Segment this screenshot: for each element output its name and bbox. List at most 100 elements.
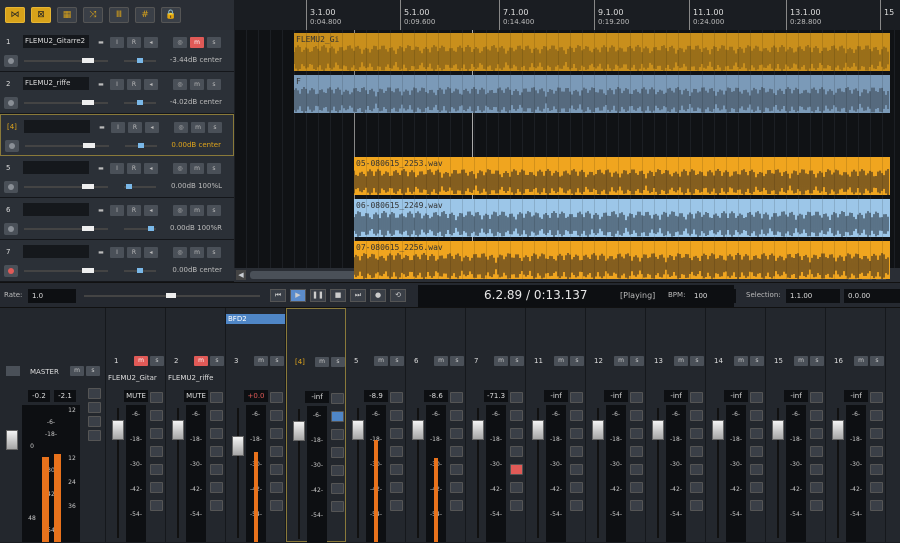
- channel-mute-button[interactable]: m: [194, 356, 208, 366]
- master-route-icon[interactable]: [88, 416, 101, 427]
- channel-phase-icon[interactable]: [510, 500, 523, 511]
- volume-slider[interactable]: [24, 60, 108, 62]
- record-arm-button[interactable]: [4, 55, 18, 67]
- input-icon[interactable]: I: [110, 79, 124, 90]
- arrange-view[interactable]: 3.1.00 0:04.800 5.1.00 0:09.600 7.1.00 0:14.4…: [234, 0, 900, 282]
- channel-phase-icon[interactable]: [390, 500, 403, 511]
- selection-end-field[interactable]: 0.0.00: [844, 289, 900, 303]
- channel-send-icon[interactable]: [690, 428, 703, 439]
- channel-fx-icon[interactable]: [210, 392, 223, 403]
- channel-solo-button[interactable]: s: [270, 356, 284, 366]
- channel-fx-icon[interactable]: [331, 393, 344, 404]
- channel-fx-icon[interactable]: [270, 392, 283, 403]
- channel-fader[interactable]: [352, 420, 364, 440]
- channel-insert-icon[interactable]: [510, 446, 523, 457]
- channel-route-icon[interactable]: [690, 410, 703, 421]
- volume-knob[interactable]: [82, 184, 94, 189]
- master-route-icon[interactable]: [88, 430, 101, 441]
- snap-icon[interactable]: #: [135, 7, 155, 23]
- rate-slider-knob[interactable]: [166, 293, 176, 298]
- channel-fx-icon[interactable]: [810, 392, 823, 403]
- fx-icon[interactable]: ◎: [173, 79, 187, 90]
- channel-solo-button[interactable]: s: [630, 356, 644, 366]
- channel-record-icon[interactable]: [210, 464, 223, 475]
- channel-fader[interactable]: [532, 420, 544, 440]
- channel-mute-button[interactable]: m: [254, 356, 268, 366]
- record-arm-button[interactable]: [4, 97, 18, 109]
- channel-send-icon[interactable]: [270, 428, 283, 439]
- channel-fader[interactable]: [712, 420, 724, 440]
- solo-button[interactable]: s: [207, 79, 221, 90]
- repeat-icon[interactable]: ⟲: [390, 289, 406, 302]
- speaker-icon[interactable]: ◂: [144, 163, 158, 174]
- volume-slider[interactable]: [24, 270, 108, 272]
- channel-solo-button[interactable]: s: [810, 356, 824, 366]
- channel-record-icon[interactable]: [331, 465, 344, 476]
- volume-slider[interactable]: [24, 186, 108, 188]
- volume-knob[interactable]: [82, 58, 94, 63]
- solo-button[interactable]: s: [207, 163, 221, 174]
- channel-route-icon[interactable]: [750, 410, 763, 421]
- automation-icon[interactable]: ⤨: [83, 7, 103, 23]
- fx-icon[interactable]: ◎: [174, 122, 188, 133]
- track-name-field[interactable]: FLEMU2_Gitarre2: [23, 35, 89, 48]
- master-route-icon[interactable]: [88, 402, 101, 413]
- pan-knob[interactable]: [148, 226, 154, 231]
- channel-record-icon[interactable]: [570, 464, 583, 475]
- go-start-icon[interactable]: ⏮: [270, 289, 286, 302]
- lock-icon[interactable]: 🔒: [161, 7, 181, 23]
- channel-phase-icon[interactable]: [750, 500, 763, 511]
- mute-button[interactable]: m: [190, 163, 204, 174]
- channel-phase-icon[interactable]: [210, 500, 223, 511]
- channel-insert-icon[interactable]: [390, 446, 403, 457]
- volume-slider[interactable]: [25, 145, 109, 147]
- channel-send-icon[interactable]: [210, 428, 223, 439]
- channel-send-icon[interactable]: [810, 428, 823, 439]
- channel-record-icon[interactable]: [690, 464, 703, 475]
- mute-button[interactable]: m: [191, 122, 205, 133]
- speaker-icon[interactable]: ◂: [144, 79, 158, 90]
- folder-icon[interactable]: ▬: [94, 205, 108, 216]
- channel-route-icon[interactable]: [810, 410, 823, 421]
- speaker-icon[interactable]: ◂: [144, 247, 158, 258]
- channel-route-icon[interactable]: [331, 411, 344, 422]
- channel-fx-icon[interactable]: [630, 392, 643, 403]
- channel-solo-button[interactable]: s: [570, 356, 584, 366]
- channel-edit-icon[interactable]: [750, 482, 763, 493]
- channel-fader[interactable]: [232, 436, 244, 456]
- channel-send-icon[interactable]: [870, 428, 883, 439]
- mute-button[interactable]: m: [190, 79, 204, 90]
- channel-phase-icon[interactable]: [450, 500, 463, 511]
- channel-insert-icon[interactable]: [750, 446, 763, 457]
- route-icon[interactable]: R: [127, 79, 141, 90]
- solo-button[interactable]: s: [207, 247, 221, 258]
- folder-icon[interactable]: ▬: [95, 122, 109, 133]
- channel-edit-icon[interactable]: [331, 483, 344, 494]
- channel-record-icon[interactable]: [870, 464, 883, 475]
- folder-icon[interactable]: ▬: [94, 37, 108, 48]
- pan-knob[interactable]: [137, 58, 143, 63]
- channel-solo-button[interactable]: s: [750, 356, 764, 366]
- channel-send-icon[interactable]: [570, 428, 583, 439]
- pan-knob[interactable]: [137, 100, 143, 105]
- channel-edit-icon[interactable]: [810, 482, 823, 493]
- channel-insert-icon[interactable]: [210, 446, 223, 457]
- master-menu-button[interactable]: [6, 366, 20, 376]
- record-icon[interactable]: ●: [370, 289, 386, 302]
- track-name-field[interactable]: [23, 245, 89, 258]
- folder-icon[interactable]: ▬: [94, 163, 108, 174]
- waveform-icon[interactable]: ⋈: [5, 7, 25, 23]
- channel-fx-icon[interactable]: [750, 392, 763, 403]
- channel-mute-button[interactable]: m: [674, 356, 688, 366]
- channel-solo-button[interactable]: s: [450, 356, 464, 366]
- channel-record-icon[interactable]: [510, 464, 523, 475]
- channel-insert-icon[interactable]: [630, 446, 643, 457]
- channel-fx-icon[interactable]: [870, 392, 883, 403]
- channel-send-icon[interactable]: [331, 429, 344, 440]
- channel-phase-icon[interactable]: [810, 500, 823, 511]
- channel-insert-icon[interactable]: [870, 446, 883, 457]
- channel-edit-icon[interactable]: [150, 482, 163, 493]
- channel-send-icon[interactable]: [150, 428, 163, 439]
- master-fader[interactable]: [6, 430, 18, 450]
- channel-fader[interactable]: [592, 420, 604, 440]
